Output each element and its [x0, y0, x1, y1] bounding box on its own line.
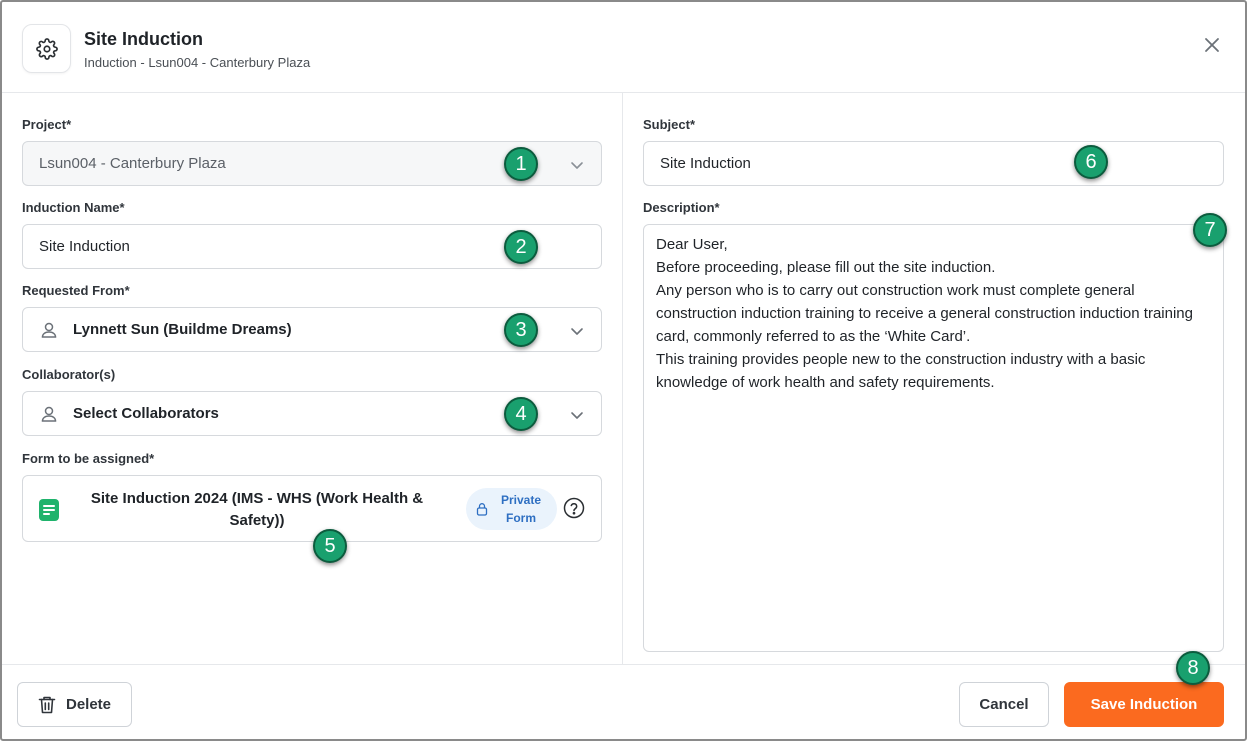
form-label: Form to be assigned* [22, 451, 155, 466]
form-document-icon [39, 499, 59, 521]
delete-label: Delete [65, 696, 112, 713]
cancel-button[interactable]: Cancel [959, 682, 1049, 727]
callout-badge: 3 [504, 313, 538, 347]
description-line: Before proceeding, please fill out the s… [656, 259, 996, 276]
callout-badge: 4 [504, 397, 538, 431]
callout-badge: 7 [1193, 213, 1227, 247]
chevron-down-icon [571, 412, 583, 419]
modal-title: Site Induction [84, 29, 203, 49]
chevron-down-icon [571, 328, 583, 335]
gear-icon [22, 24, 71, 73]
description-line: Dear User, [656, 236, 728, 253]
description-line: Any person who is to carry out construct… [656, 282, 1193, 345]
callout-badge: 2 [504, 230, 538, 264]
user-icon [41, 322, 57, 338]
description-label: Description* [643, 200, 720, 215]
callout-badge: 6 [1074, 145, 1108, 179]
description-line: This training provides people new to the… [656, 351, 1146, 391]
modal-header: Site Induction Induction - Lsun004 - Can… [2, 2, 1245, 93]
badge-line-2: Form [506, 511, 536, 525]
column-divider [622, 93, 623, 664]
callout-badge: 1 [504, 147, 538, 181]
site-induction-modal: Site Induction Induction - Lsun004 - Can… [0, 0, 1247, 741]
form-name: Site Induction 2024 (IMS - WHS (Work Hea… [90, 490, 424, 529]
delete-button[interactable]: Delete [17, 682, 132, 727]
user-icon [41, 406, 57, 422]
modal-footer: Delete Cancel Save Induction [2, 664, 1245, 739]
badge-line-1: Private [500, 493, 542, 507]
induction-name-label: Induction Name* [22, 200, 125, 215]
description-textarea[interactable]: Dear User, Before proceeding, please fil… [643, 224, 1224, 652]
project-label: Project* [22, 117, 72, 132]
modal-subtitle: Induction - Lsun004 - Canterbury Plaza [84, 55, 311, 70]
callout-badge: 5 [313, 529, 347, 563]
save-induction-button[interactable]: Save Induction [1064, 682, 1224, 727]
help-icon[interactable] [563, 497, 585, 519]
requested-from-label: Requested From* [22, 283, 130, 298]
private-form-badge: Private Form [466, 488, 557, 530]
collaborators-label: Collaborator(s) [22, 367, 116, 382]
callout-badge: 8 [1176, 651, 1210, 685]
lock-icon [476, 503, 488, 516]
subject-input[interactable]: Site Induction [643, 141, 1224, 186]
subject-value: Site Induction [660, 155, 751, 172]
close-icon[interactable] [1201, 34, 1223, 56]
subject-label: Subject* [643, 117, 696, 132]
assigned-form-card[interactable]: Site Induction 2024 (IMS - WHS (Work Hea… [22, 475, 602, 542]
trash-icon [38, 696, 56, 713]
chevron-down-icon [571, 162, 583, 169]
